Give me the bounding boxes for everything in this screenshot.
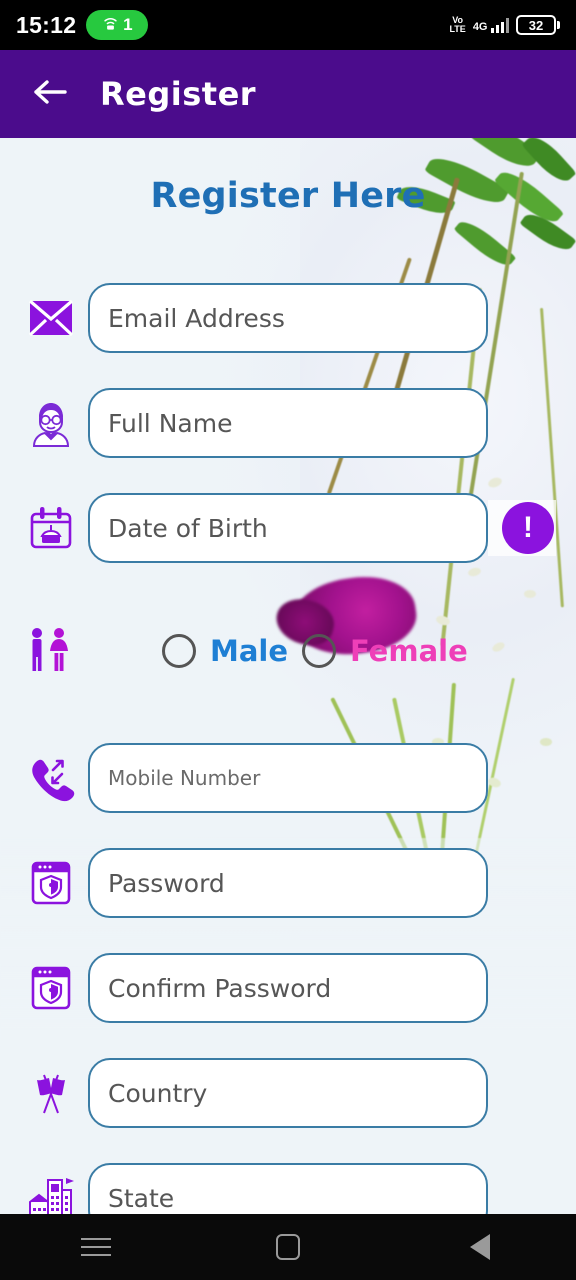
password-field[interactable]: Password [88, 848, 488, 918]
phone-screen: 15:12 1 Vo LTE 4G 32 Register Register H… [0, 0, 576, 1280]
network-type: 4G [472, 20, 488, 33]
battery-icon: 32 [516, 15, 560, 35]
form-row-gender: Male Female [0, 623, 576, 679]
status-right-cluster: Vo LTE 4G 32 [449, 15, 560, 35]
signal-bars-icon [490, 17, 509, 33]
back-arrow-icon [31, 77, 69, 111]
app-bar: Register [0, 50, 576, 138]
date-of-birth-placeholder: Date of Birth [108, 513, 268, 543]
recent-apps-button[interactable] [56, 1224, 136, 1270]
mobile-number-field[interactable]: Mobile Number [88, 743, 488, 813]
back-nav-button[interactable] [440, 1224, 520, 1270]
full-name-field[interactable]: Full Name [88, 388, 488, 458]
register-form: Register Here Email Address Full Name Da… [0, 138, 576, 1233]
crossed-flags-icon [14, 1065, 88, 1121]
app-bar-title: Register [100, 75, 257, 113]
back-nav-icon [470, 1234, 490, 1260]
password-placeholder: Password [108, 868, 225, 898]
form-row-password: Password [0, 848, 576, 918]
confirm-password-placeholder: Confirm Password [108, 973, 332, 1003]
state-placeholder: State [108, 1183, 175, 1213]
form-row-email: Email Address [0, 283, 576, 353]
country-field[interactable]: Country [88, 1058, 488, 1128]
mobile-number-placeholder: Mobile Number [108, 766, 261, 790]
gender-options: Male Female [162, 634, 468, 668]
country-placeholder: Country [108, 1078, 208, 1108]
volte-icon: Vo LTE [449, 16, 465, 34]
shield-window-icon [14, 960, 88, 1016]
error-badge[interactable]: ! [502, 502, 554, 554]
date-of-birth-error-wrap: ! [488, 500, 556, 556]
hotspot-badge: 1 [86, 10, 149, 40]
email-field[interactable]: Email Address [88, 283, 488, 353]
status-time: 15:12 [16, 11, 77, 38]
shield-window-icon [14, 855, 88, 911]
radio-female[interactable] [302, 634, 337, 668]
hotspot-icon [102, 16, 119, 35]
network-indicator: 4G [472, 17, 509, 33]
confirm-password-field[interactable]: Confirm Password [88, 953, 488, 1023]
male-female-icon [14, 623, 88, 679]
form-row-full-name: Full Name [0, 388, 576, 458]
page-title: Register Here [150, 176, 426, 216]
gender-label-female[interactable]: Female [350, 634, 468, 668]
radio-male[interactable] [162, 634, 196, 668]
full-name-placeholder: Full Name [108, 408, 233, 438]
form-row-country: Country [0, 1058, 576, 1128]
envelope-icon [14, 290, 88, 346]
phone-icon [14, 750, 88, 806]
volte-bottom: LTE [449, 24, 466, 34]
error-mark: ! [523, 511, 533, 544]
home-icon [276, 1234, 300, 1260]
date-of-birth-field[interactable]: Date of Birth [88, 493, 488, 563]
calendar-cake-icon [14, 500, 88, 556]
form-row-confirm-password: Confirm Password [0, 953, 576, 1023]
back-button[interactable] [24, 68, 76, 120]
form-row-date-of-birth: Date of Birth ! [0, 493, 576, 563]
android-nav-bar [0, 1214, 576, 1280]
status-bar: 15:12 1 Vo LTE 4G 32 [0, 0, 576, 50]
person-icon [14, 395, 88, 451]
gender-label-male[interactable]: Male [210, 634, 288, 668]
battery-level: 32 [528, 17, 544, 33]
home-button[interactable] [248, 1224, 328, 1270]
email-placeholder: Email Address [108, 303, 285, 333]
recent-apps-icon [81, 1238, 111, 1256]
form-row-mobile-number: Mobile Number [0, 743, 576, 813]
hotspot-count: 1 [123, 15, 133, 34]
